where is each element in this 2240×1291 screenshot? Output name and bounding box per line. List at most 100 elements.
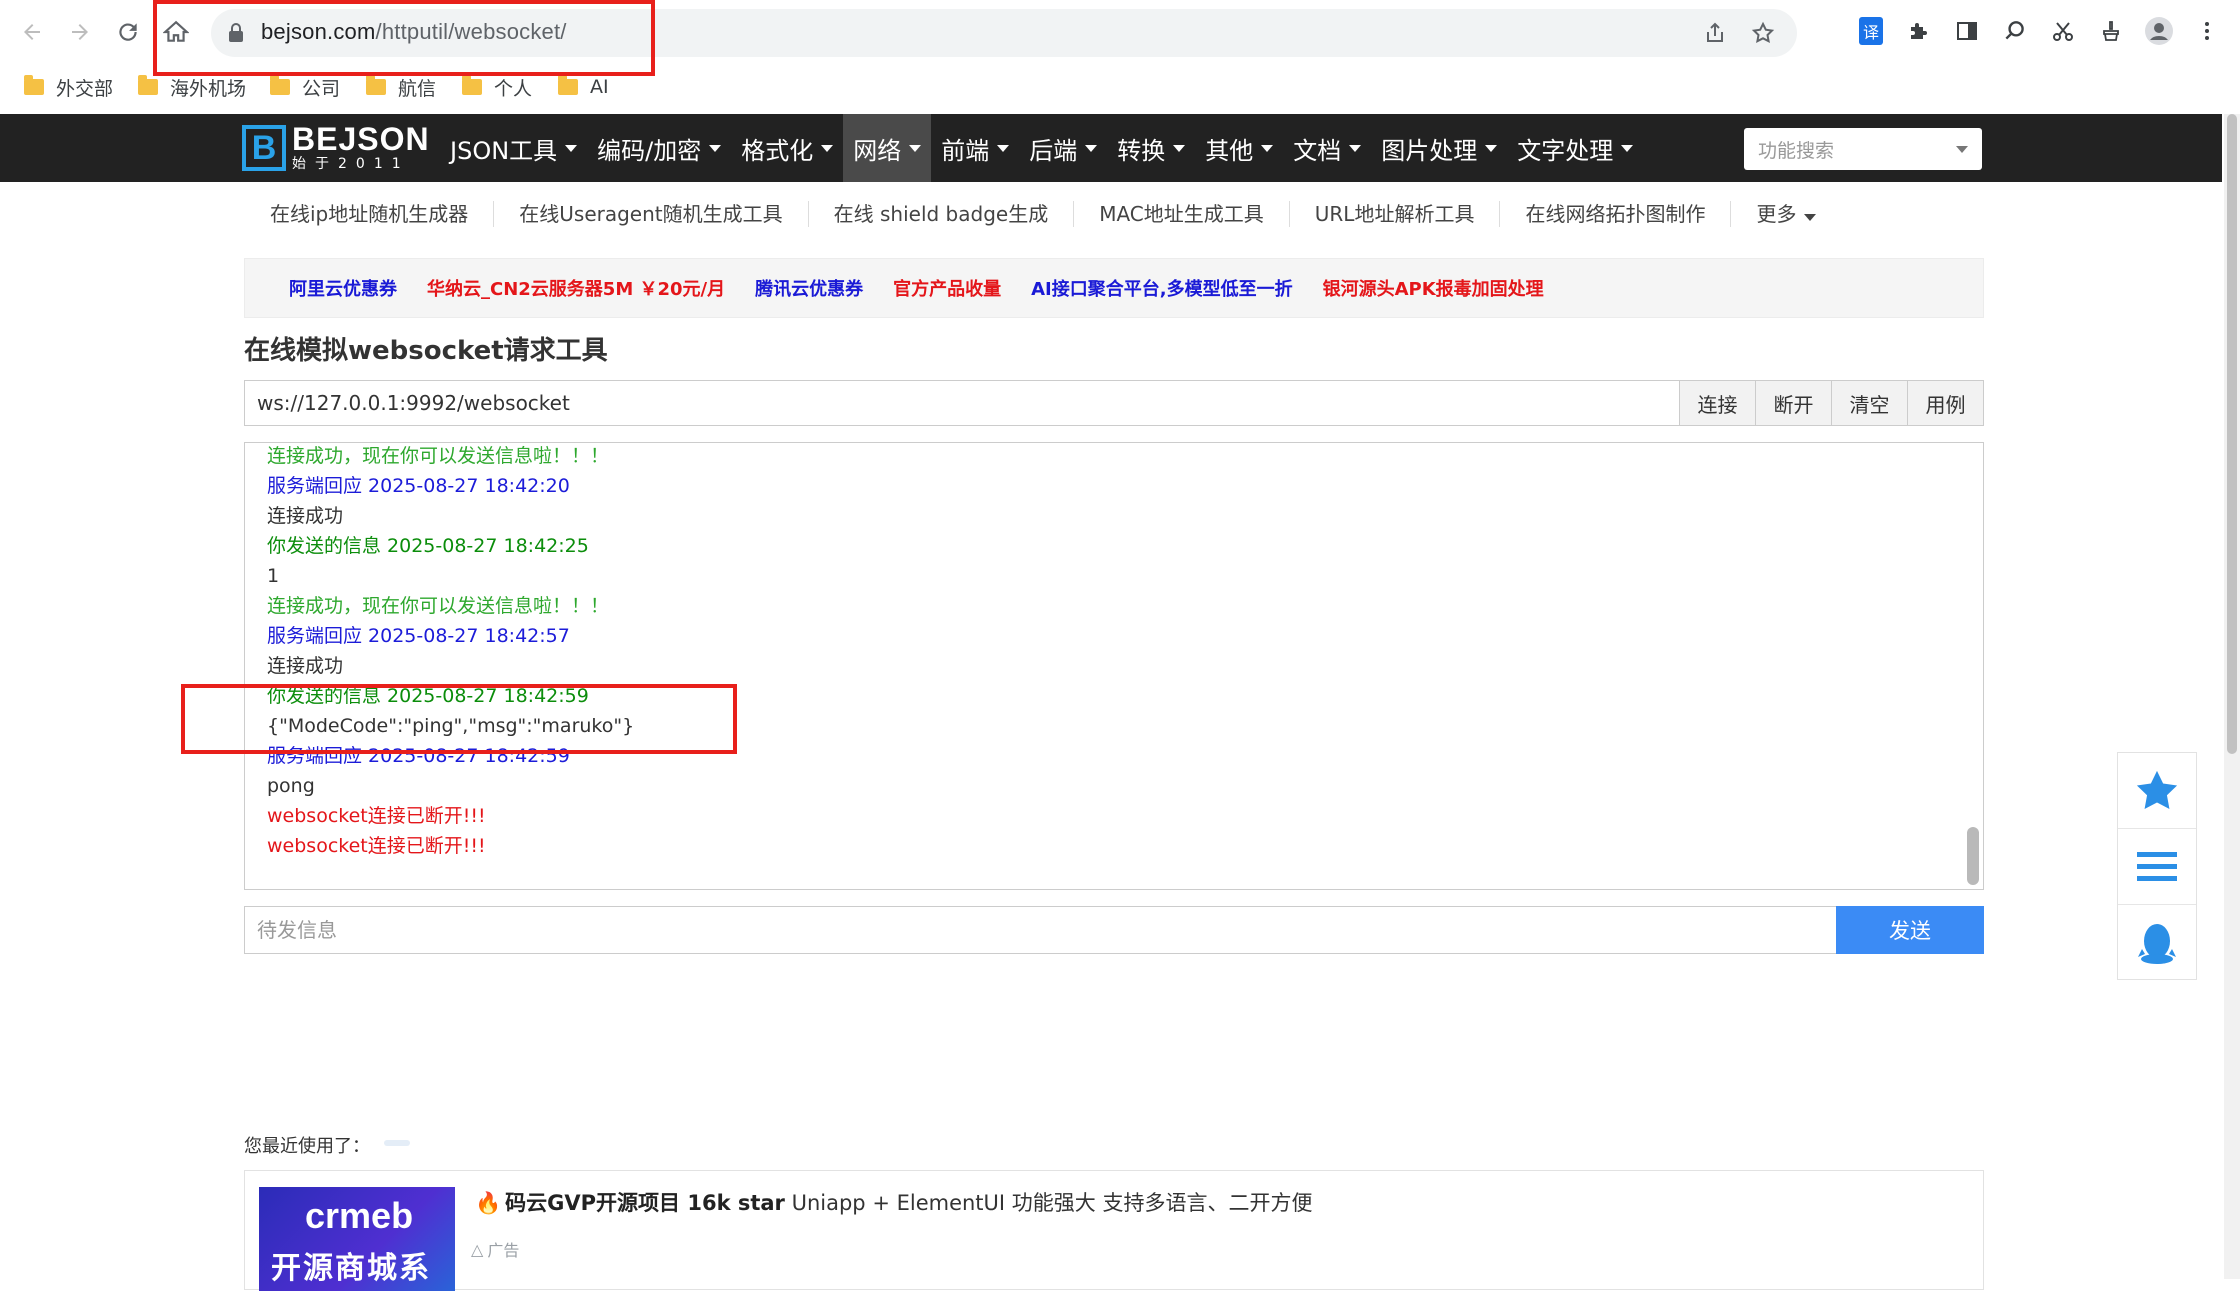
bookmark-label: 公司	[302, 77, 341, 100]
bookmark-star-button[interactable]	[1749, 19, 1777, 47]
favorite-button[interactable]	[2118, 753, 2196, 829]
ad-link[interactable]: 阿里云优惠券	[289, 275, 397, 301]
site-header: B BEJSON 始于2011 JSON工具 编码/加密 格式化 网络 前端 后端 转换 其他…	[0, 114, 2222, 182]
sub-nav-label: 在线网络拓扑图制作	[1525, 202, 1706, 226]
profile-button[interactable]	[2144, 16, 2174, 46]
main-nav-item[interactable]: 图片处理	[1371, 114, 1507, 182]
sub-nav-item[interactable]: MAC地址生成工具	[1074, 201, 1290, 227]
chevron-down-icon	[1173, 144, 1186, 152]
fire-icon: 🔥	[475, 1191, 502, 1215]
chevron-down-icon	[709, 144, 722, 152]
search-extension-button[interactable]	[2000, 16, 2030, 46]
chevron-down-icon	[1349, 144, 1362, 152]
main-nav-label: 文字处理	[1517, 136, 1614, 165]
home-button[interactable]	[158, 14, 194, 50]
bookmark-folder[interactable]: 外交部	[24, 72, 113, 102]
sub-nav-item[interactable]: URL地址解析工具	[1290, 201, 1501, 227]
main-nav-item[interactable]: 编码/加密	[587, 114, 731, 182]
ad-title[interactable]: 🔥 码云GVP开源项目 16k star Uniapp + ElementUI 功…	[475, 1187, 1312, 1217]
side-panel-button[interactable]	[1952, 16, 1982, 46]
puzzle-icon	[1911, 23, 1927, 39]
site-logo[interactable]: B BEJSON 始于2011	[242, 122, 430, 174]
ad-badge-label: 广告	[487, 1241, 520, 1260]
scissors-icon	[2053, 22, 2073, 41]
bookmark-folder[interactable]: 海外机场	[138, 72, 246, 102]
example-button[interactable]: 用例	[1907, 381, 1983, 425]
bookmark-label: 海外机场	[170, 77, 247, 100]
connect-button[interactable]: 连接	[1679, 381, 1755, 425]
main-nav-label: JSON工具	[450, 136, 558, 165]
main-nav-label: 网络	[853, 136, 902, 165]
main-nav-item[interactable]: 前端	[931, 114, 1019, 182]
logo-mark: B	[242, 125, 286, 171]
address-bar[interactable]: bejson.com/httputil/websocket/	[211, 9, 1797, 57]
function-search-select[interactable]: 功能搜索	[1744, 128, 1982, 170]
sub-nav-item[interactable]: 更多	[1731, 201, 1841, 227]
main-nav-item[interactable]: 转换	[1107, 114, 1195, 182]
page-scroll-thumb[interactable]	[2227, 114, 2237, 754]
bookmark-folder[interactable]: 航信	[366, 72, 436, 102]
bookmark-folder[interactable]: 公司	[270, 72, 340, 102]
sub-nav-item[interactable]: 在线网络拓扑图制作	[1500, 201, 1732, 227]
extensions-button[interactable]	[1904, 16, 1934, 46]
ad-card[interactable]: crmeb 开源商城系统 🔥码云GVP开源项目 16k star Uniapp …	[244, 1170, 1984, 1291]
ad-image[interactable]: crmeb 开源商城系统	[259, 1187, 455, 1291]
send-row: 发送	[244, 906, 1984, 954]
folder-icon	[138, 75, 158, 95]
folder-icon	[558, 75, 578, 95]
translate-extension-button[interactable]: 译	[1856, 16, 1886, 46]
ad-brand: crmeb	[305, 1195, 414, 1236]
ad-link[interactable]: 华纳云_CN2云服务器5M ￥20元/月	[427, 275, 725, 301]
log-line: {"ModeCode":"ping","msg":"maruko"}	[267, 715, 635, 737]
sub-nav-item[interactable]: 在线 shield badge生成	[809, 201, 1075, 227]
page-scrollbar[interactable]	[2224, 114, 2240, 1279]
main-nav-item[interactable]: 其他	[1195, 114, 1283, 182]
main-nav-item[interactable]: 格式化	[731, 114, 843, 182]
sub-nav-item[interactable]: 在线ip地址随机生成器	[244, 201, 495, 227]
sub-nav-item[interactable]: 在线Useragent随机生成工具	[494, 201, 809, 227]
chevron-down-icon	[1621, 144, 1634, 152]
bookmark-folder[interactable]: 个人	[462, 72, 532, 102]
main-nav-item[interactable]: 网络	[843, 114, 932, 182]
back-button[interactable]	[14, 14, 50, 50]
forward-button[interactable]	[62, 14, 98, 50]
cleaner-extension-button[interactable]	[2096, 16, 2126, 46]
message-input[interactable]	[244, 906, 1836, 954]
log-line: 你发送的信息 2025-08-27 18:42:25	[267, 535, 589, 557]
ws-url-input[interactable]	[245, 381, 1679, 425]
main-nav-label: 文档	[1293, 136, 1342, 165]
qq-contact-button[interactable]	[2118, 905, 2196, 981]
main-nav-item[interactable]: 文字处理	[1507, 114, 1643, 182]
menu-button[interactable]	[2118, 829, 2196, 905]
folder-icon	[24, 75, 44, 95]
ad-link[interactable]: 官方产品收量	[893, 275, 1001, 301]
reload-button[interactable]	[110, 14, 146, 50]
hamburger-icon	[2137, 851, 2177, 881]
ad-link[interactable]: 银河源头APK报毒加固处理	[1323, 275, 1544, 301]
browser-menu-button[interactable]	[2192, 16, 2222, 46]
recently-used-label: 您最近使用了：	[244, 1136, 370, 1157]
logo-subtitle: 始于2011	[292, 156, 410, 172]
log-scrollbar[interactable]	[1967, 827, 1979, 885]
share-button[interactable]	[1701, 19, 1729, 47]
recently-used-chip[interactable]	[384, 1140, 410, 1146]
log-line: 连接成功，现在你可以发送信息啦！！！	[267, 595, 610, 617]
ad-link[interactable]: 腾讯云优惠券	[755, 275, 863, 301]
main-nav-item[interactable]: JSON工具	[440, 114, 587, 182]
disconnect-button[interactable]: 断开	[1755, 381, 1831, 425]
ad-title-rest: Uniapp + ElementUI 功能强大 支持多语言、二开方便	[784, 1191, 1313, 1215]
screenshot-extension-button[interactable]	[2048, 16, 2078, 46]
log-line: 连接成功	[267, 505, 344, 527]
bookmark-folder[interactable]: AI	[558, 72, 609, 102]
ad-link[interactable]: AI接口聚合平台,多模型低至一折	[1031, 275, 1292, 301]
main-nav-item[interactable]: 后端	[1019, 114, 1107, 182]
main-nav-label: 后端	[1029, 136, 1078, 165]
url-host: bejson.com	[261, 19, 376, 44]
floating-toolbar	[2117, 752, 2197, 980]
main-nav-item[interactable]: 文档	[1283, 114, 1371, 182]
clear-button[interactable]: 清空	[1831, 381, 1907, 425]
star-icon	[2136, 770, 2178, 809]
sub-nav: 在线ip地址随机生成器 在线Useragent随机生成工具 在线 shield ba…	[244, 196, 1841, 232]
message-log[interactable]: 连接成功，现在你可以发送信息啦！！！ 服务端回应 2025-08-27 18:42…	[244, 442, 1984, 890]
send-button[interactable]: 发送	[1836, 906, 1984, 954]
